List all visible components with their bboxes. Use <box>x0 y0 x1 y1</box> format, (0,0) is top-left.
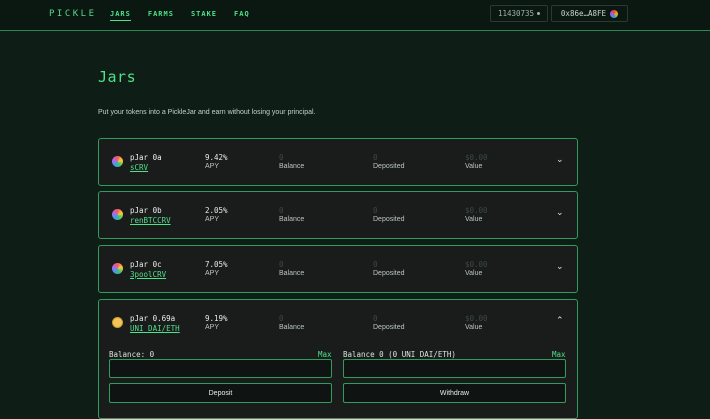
apy-label: APY <box>205 270 220 277</box>
deposited-label: Deposited <box>373 163 405 170</box>
balance-value: 0 <box>279 314 284 323</box>
value-label: Value <box>465 270 483 277</box>
deposited-label: Deposited <box>373 270 405 277</box>
deposit-amount-input[interactable] <box>109 359 332 378</box>
wallet-avatar-icon <box>610 9 619 18</box>
withdraw-amount-input[interactable] <box>343 359 566 378</box>
token-icon <box>112 156 123 167</box>
apy-label: APY <box>205 163 220 170</box>
token-icon <box>112 317 123 328</box>
apy-value: 9.42% <box>205 153 228 162</box>
page-title: Jars <box>98 68 137 86</box>
withdraw-balance-label: Balance 0 (0 UNI DAI/ETH) <box>343 350 456 359</box>
status-dot-icon <box>537 12 541 15</box>
nav-jars[interactable]: JARS <box>110 10 131 21</box>
jar-token-link[interactable]: 3poolCRV <box>130 270 166 279</box>
apy-value: 2.05% <box>205 206 228 215</box>
deposited-value: 0 <box>373 314 378 323</box>
chevron-down-icon[interactable]: ⌄ <box>556 261 564 272</box>
value-amount: $0.00 <box>465 206 488 215</box>
main-nav: JARS FARMS STAKE FAQ <box>110 10 267 21</box>
balance-value: 0 <box>279 153 284 162</box>
apy-label: APY <box>205 216 220 223</box>
value-amount: $0.00 <box>465 314 488 323</box>
apy-label: APY <box>205 324 220 331</box>
token-icon <box>112 209 123 220</box>
balance-label: Balance <box>279 270 305 277</box>
chevron-up-icon[interactable]: ⌃ <box>556 315 564 326</box>
balance-value: 0 <box>279 206 284 215</box>
token-icon <box>112 263 123 274</box>
apy-value: 7.05% <box>205 260 228 269</box>
value-label: Value <box>465 324 483 331</box>
pickle-logo[interactable]: PICKLE <box>49 9 97 19</box>
deposited-label: Deposited <box>373 216 405 223</box>
value-amount: $0.00 <box>465 153 488 162</box>
balance-value: 0 <box>279 260 284 269</box>
withdraw-button[interactable]: Withdraw <box>343 383 566 403</box>
nav-farms[interactable]: FARMS <box>148 10 174 21</box>
block-number: 11430735 <box>490 5 548 22</box>
wallet-address: 0x86e…A8FE <box>560 9 607 18</box>
balance-label: Balance <box>279 163 305 170</box>
apy-value: 9.19% <box>205 314 228 323</box>
deposited-label: Deposited <box>373 324 405 331</box>
deposit-button[interactable]: Deposit <box>109 383 332 403</box>
jar-name: pJar 0c <box>130 260 162 269</box>
balance-label: Balance <box>279 324 305 331</box>
balance-label: Balance <box>279 216 305 223</box>
block-number-value: 11430735 <box>497 9 535 18</box>
value-amount: $0.00 <box>465 260 488 269</box>
value-label: Value <box>465 163 483 170</box>
nav-stake[interactable]: STAKE <box>191 10 217 21</box>
jar-name: pJar 0.69a <box>130 314 176 323</box>
deposited-value: 0 <box>373 153 378 162</box>
page-intro: Put your tokens into a PickleJar and ear… <box>98 109 316 116</box>
wallet-button[interactable]: 0x86e…A8FE <box>551 5 628 22</box>
deposited-value: 0 <box>373 260 378 269</box>
jar-token-link[interactable]: renBTCCRV <box>130 216 171 225</box>
jar-name: pJar 0a <box>130 153 162 162</box>
jar-card[interactable]: pJar 0c 3poolCRV 7.05% APY 0 Balance 0 D… <box>98 245 578 293</box>
jar-name: pJar 0b <box>130 206 162 215</box>
jar-token-link[interactable]: sCRV <box>130 163 148 172</box>
jar-card[interactable]: pJar 0a sCRV 9.42% APY 0 Balance 0 Depos… <box>98 138 578 186</box>
jar-token-link[interactable]: UNI DAI/ETH <box>130 324 180 333</box>
jar-card-expanded[interactable]: pJar 0.69a UNI DAI/ETH 9.19% APY 0 Balan… <box>98 299 578 419</box>
chevron-down-icon[interactable]: ⌄ <box>556 154 564 165</box>
deposit-balance-label: Balance: 0 <box>109 350 155 359</box>
chevron-down-icon[interactable]: ⌄ <box>556 207 564 218</box>
value-label: Value <box>465 216 483 223</box>
withdraw-max-button[interactable]: Max <box>552 350 566 359</box>
deposited-value: 0 <box>373 206 378 215</box>
deposit-max-button[interactable]: Max <box>318 350 332 359</box>
jar-card[interactable]: pJar 0b renBTCCRV 2.05% APY 0 Balance 0 … <box>98 191 578 239</box>
top-nav: PICKLE JARS FARMS STAKE FAQ 11430735 0x8… <box>0 0 710 31</box>
nav-faq[interactable]: FAQ <box>234 10 250 21</box>
